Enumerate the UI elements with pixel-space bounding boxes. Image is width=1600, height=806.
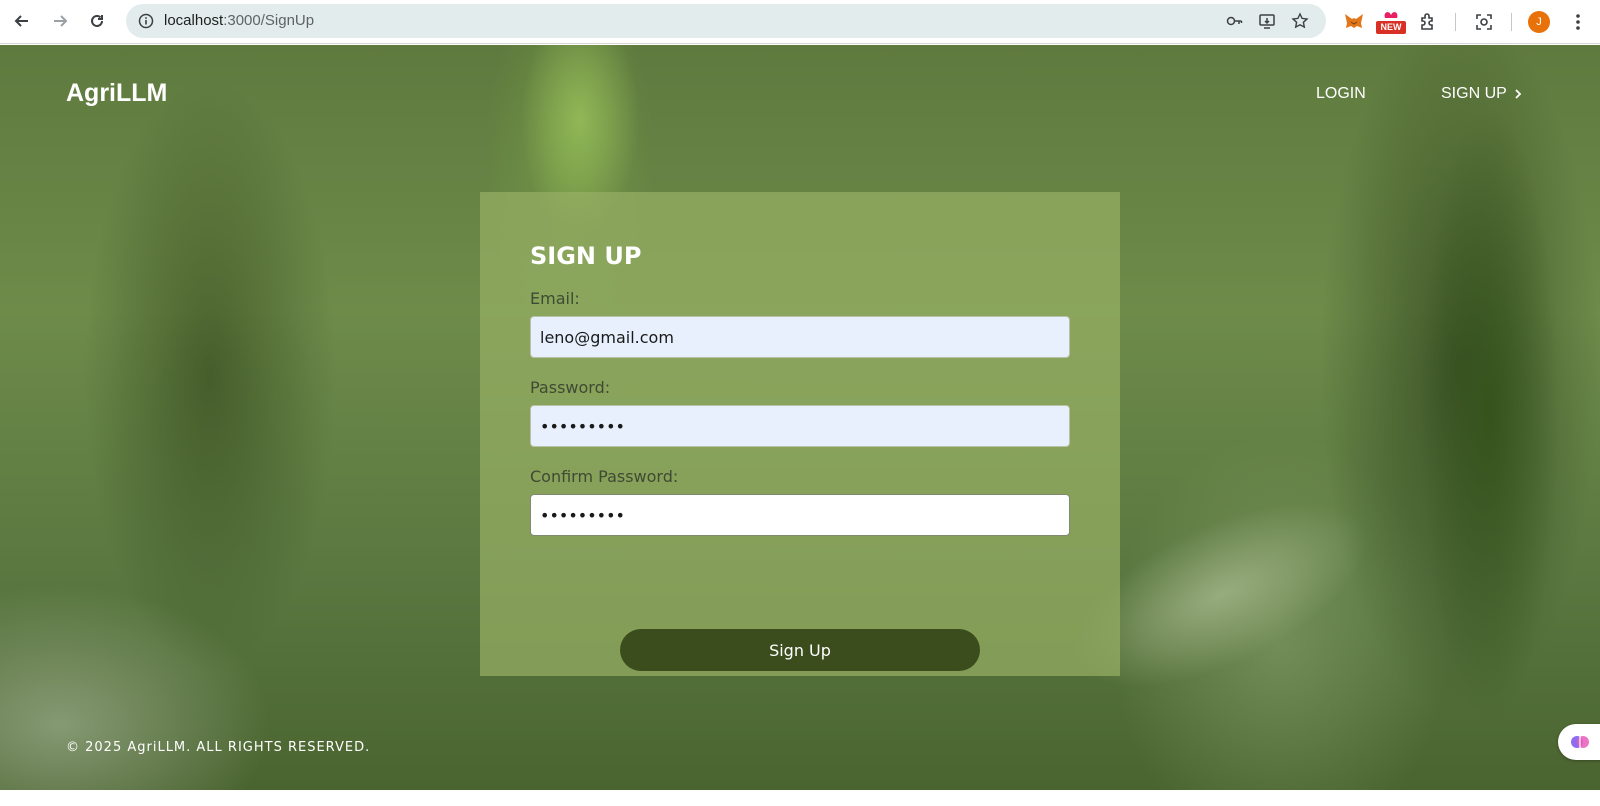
footer-copyright: © 2025 AgriLLM. ALL RIGHTS RESERVED. (66, 740, 371, 755)
extensions-puzzle-icon[interactable] (1416, 10, 1440, 34)
install-app-icon[interactable] (1257, 11, 1277, 31)
signup-submit-button[interactable]: Sign Up (620, 629, 980, 671)
url-host: localhost (164, 12, 224, 29)
profile-avatar[interactable]: J (1527, 10, 1551, 34)
email-input[interactable]: leno@gmail.com (530, 316, 1070, 358)
address-bar[interactable]: localhost:3000/SignUp (126, 4, 1326, 38)
forward-icon[interactable] (47, 8, 73, 34)
bookmark-star-icon[interactable] (1290, 11, 1310, 31)
reload-icon[interactable] (84, 8, 110, 34)
profile-initial: J (1528, 11, 1550, 33)
chevron-right-icon (1515, 89, 1522, 99)
toolbar-divider (1511, 13, 1512, 31)
browser-toolbar: localhost:3000/SignUp NEW J (0, 0, 1600, 44)
assistant-widget-button[interactable] (1558, 724, 1600, 760)
brain-icon (1571, 736, 1589, 748)
page-background: AgriLLM LOGIN SIGN UP SIGN UP Email: len… (0, 45, 1600, 806)
toolbar-divider (1455, 13, 1456, 31)
form-title: SIGN UP (530, 242, 642, 270)
confirm-password-input[interactable]: ••••••••• (530, 494, 1070, 536)
metamask-extension-icon[interactable] (1342, 10, 1366, 34)
wheat-stalk-decoration (1420, 105, 1560, 725)
screenshot-lens-icon[interactable] (1472, 10, 1496, 34)
new-badge-extension-icon[interactable]: NEW (1376, 10, 1406, 34)
signup-card: SIGN UP Email: leno@gmail.com Password: … (480, 192, 1120, 676)
password-input[interactable]: ••••••••• (530, 405, 1070, 447)
email-label: Email: (530, 289, 580, 308)
password-key-icon[interactable] (1224, 11, 1244, 31)
password-label: Password: (530, 378, 611, 397)
url-path: :3000/SignUp (223, 12, 315, 29)
url-text: localhost:3000/SignUp (164, 12, 314, 29)
signup-link-label: SIGN UP (1441, 85, 1507, 102)
browser-menu-icon[interactable] (1566, 10, 1590, 34)
bottom-edge (0, 790, 1600, 806)
signup-link[interactable]: SIGN UP (1441, 85, 1523, 103)
brand-logo[interactable]: AgriLLM (66, 79, 167, 108)
login-link[interactable]: LOGIN (1316, 85, 1366, 103)
new-badge: NEW (1376, 21, 1406, 34)
confirm-password-label: Confirm Password: (530, 467, 679, 486)
back-icon[interactable] (9, 8, 35, 34)
site-info-icon[interactable] (136, 11, 156, 31)
